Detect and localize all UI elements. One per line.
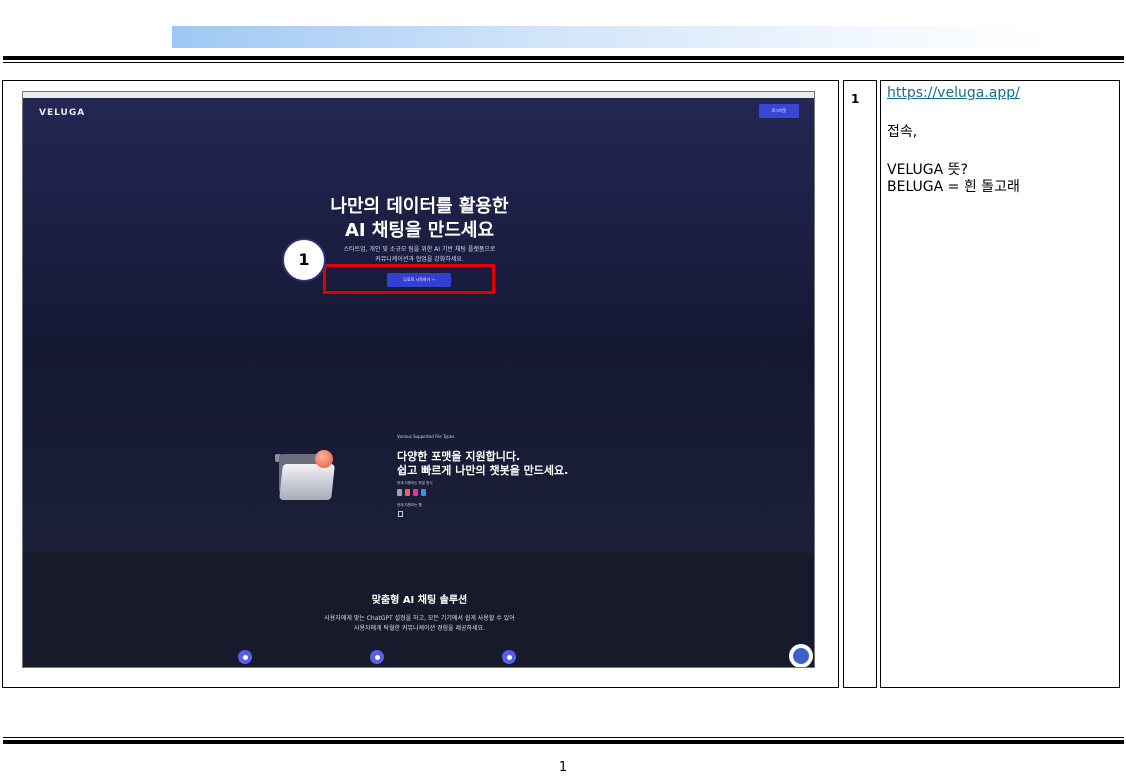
veluga-screenshot: VELUGA 로그이웃 나만의 데이터를 활용한 AI 채팅을 만드세요 스타트… bbox=[22, 91, 815, 668]
hero-subtitle-line1: 스타트업, 개인 및 소규모 팀을 위한 AI 기반 채팅 플랫폼으로 bbox=[343, 246, 496, 253]
top-rule-thick bbox=[3, 56, 1124, 60]
feature-cursor-icon bbox=[502, 650, 516, 664]
solution-desc-line2: 사용자에게 탁월한 커뮤니케이션 경험을 제공하세요. bbox=[354, 625, 485, 632]
folder-front-graphic bbox=[279, 464, 335, 500]
solution-heading: 맞춤형 AI 채팅 솔루션 bbox=[371, 595, 468, 606]
highlight-box bbox=[323, 264, 495, 294]
solution-desc-line1: 사용자에게 맞는 ChatGPT 설정을 하고, 모든 기기에서 쉽게 사용할 … bbox=[324, 615, 515, 622]
top-rule-thin bbox=[3, 62, 1124, 63]
hero-subtitle-line2: 커뮤니케이션과 협업을 강화하세요. bbox=[375, 256, 464, 263]
file-type-icons bbox=[397, 489, 426, 496]
bottom-rule-thin bbox=[3, 737, 1124, 738]
file-types-label: 현재 지원하는 파일 형식 bbox=[397, 481, 433, 485]
hero-title-line1: 나만의 데이터를 활용한 bbox=[330, 196, 509, 217]
chat-widget-icon[interactable] bbox=[789, 644, 813, 667]
feature-shield-icon bbox=[370, 650, 384, 664]
number-cell bbox=[843, 80, 877, 688]
step-marker: 1 bbox=[282, 238, 326, 282]
feature-bulb-icon bbox=[238, 650, 252, 664]
veluga-url-link[interactable]: https://veluga.app/ bbox=[887, 85, 1020, 101]
veluga-logo: VELUGA bbox=[39, 108, 86, 118]
formats-heading-line2: 쉽고 빠르게 나만의 챗봇을 만드세요. bbox=[397, 464, 569, 477]
note-beluga: BELUGA = 흰 돌고래 bbox=[887, 179, 1020, 195]
file-icon bbox=[413, 489, 418, 496]
file-icon bbox=[397, 489, 402, 496]
file-icon bbox=[421, 489, 426, 496]
page-number: 1 bbox=[558, 760, 568, 775]
formats-tag: Various Supported File Types bbox=[397, 434, 455, 439]
file-icon bbox=[405, 489, 410, 496]
row-number: 1 bbox=[851, 92, 860, 106]
login-button[interactable]: 로그이웃 bbox=[759, 104, 799, 118]
web-label: 현재 지원하는 웹 bbox=[397, 503, 422, 507]
note-connect: 접속, bbox=[887, 124, 918, 140]
web-page-icon bbox=[398, 511, 403, 517]
hero-title-line2: AI 채팅을 만드세요 bbox=[344, 220, 495, 241]
header-gradient-bar bbox=[172, 26, 1056, 48]
orange-ball-graphic bbox=[315, 450, 333, 468]
bottom-rule-thick bbox=[3, 740, 1124, 744]
solution-section bbox=[23, 553, 814, 667]
